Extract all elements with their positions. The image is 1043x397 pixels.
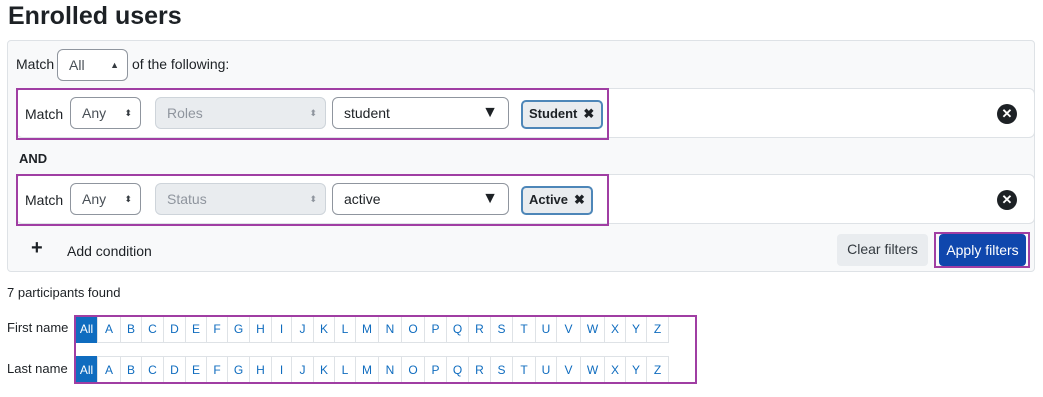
highlight-box bbox=[934, 232, 1030, 268]
remove-condition-icon[interactable]: ✕ bbox=[997, 104, 1017, 124]
filter-panel: Match All ▲ of the following: Match Any … bbox=[7, 40, 1035, 272]
chevron-updown-icon: ▲ bbox=[110, 60, 119, 70]
plus-icon[interactable]: + bbox=[31, 237, 43, 260]
highlight-box bbox=[16, 174, 609, 226]
match-all-select[interactable]: All ▲ bbox=[57, 49, 128, 81]
page-title: Enrolled users bbox=[8, 2, 182, 30]
and-label: AND bbox=[19, 151, 48, 166]
participants-count: 7 participants found bbox=[7, 285, 121, 300]
remove-condition-icon[interactable]: ✕ bbox=[997, 190, 1017, 210]
last-name-label: Last name bbox=[7, 361, 68, 376]
of-following-label: of the following: bbox=[132, 56, 230, 72]
highlight-box bbox=[74, 315, 697, 384]
clear-filters-button[interactable]: Clear filters bbox=[837, 234, 928, 266]
add-condition-button[interactable]: Add condition bbox=[67, 243, 152, 259]
first-name-label: First name bbox=[7, 320, 69, 335]
highlight-box bbox=[16, 88, 609, 140]
match-all-value: All bbox=[69, 57, 85, 73]
match-label: Match bbox=[16, 56, 55, 72]
